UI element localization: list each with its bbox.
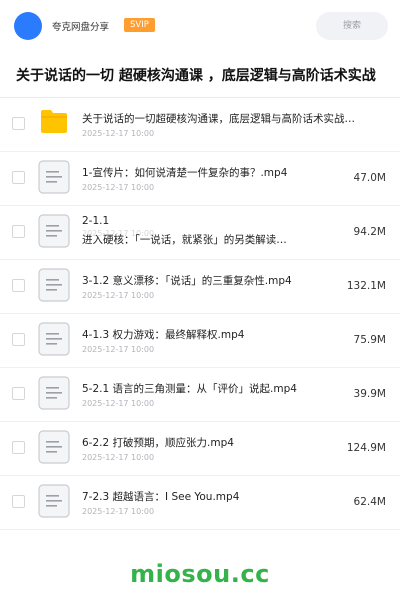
item-date: 2025-12-17 10:00 bbox=[82, 399, 155, 408]
select-checkbox[interactable] bbox=[12, 117, 25, 130]
item-name: 关于说话的一切超硬核沟通课，底层逻辑与高阶话术实战… bbox=[82, 113, 355, 125]
video-file-icon bbox=[38, 322, 70, 356]
select-checkbox[interactable] bbox=[12, 441, 25, 454]
item-size: 75.9M bbox=[353, 334, 386, 346]
uploader-name[interactable]: 夸克网盘分享 bbox=[52, 19, 109, 33]
select-checkbox[interactable] bbox=[12, 171, 25, 184]
list-item[interactable]: 6-2.2 打破预期，顺应张力.mp4 2025-12-17 10:00 124… bbox=[0, 422, 400, 476]
header: 夸克网盘分享 SVIP 搜索 bbox=[0, 0, 400, 52]
select-checkbox[interactable] bbox=[12, 387, 25, 400]
item-name: 6-2.2 打破预期，顺应张力.mp4 bbox=[82, 437, 234, 449]
item-name-continued: 进入硬核：「一说话，就紧张」的另类解读… bbox=[82, 234, 287, 246]
page-title: 关于说话的一切 超硬核沟通课 ，底层逻辑与高阶话术实战 bbox=[16, 68, 376, 84]
video-file-icon bbox=[38, 430, 70, 464]
list-item[interactable]: 关于说话的一切超硬核沟通课，底层逻辑与高阶话术实战… 2025-12-17 10… bbox=[0, 98, 400, 152]
watermark: miosou.cc bbox=[130, 560, 270, 588]
item-date: 2025-12-17 10:00 bbox=[82, 453, 155, 462]
list-item[interactable]: 5-2.1 语言的三角测量：从「评价」说起.mp4 2025-12-17 10:… bbox=[0, 368, 400, 422]
folder-icon bbox=[41, 110, 67, 133]
item-date: 2025-12-17 10:00 bbox=[82, 183, 155, 192]
select-checkbox[interactable] bbox=[12, 225, 25, 238]
video-file-icon bbox=[38, 160, 70, 194]
item-date: 2025-12-17 10:00 bbox=[82, 507, 155, 516]
item-name: 3-1.2 意义漂移：「说话」的三重复杂性.mp4 bbox=[82, 275, 292, 287]
video-file-icon bbox=[38, 214, 70, 248]
item-name: 2-1.1 bbox=[82, 215, 110, 227]
video-file-icon bbox=[38, 484, 70, 518]
item-size: 132.1M bbox=[346, 280, 386, 292]
list-item[interactable]: 3-1.2 意义漂移：「说话」的三重复杂性.mp4 2025-12-17 10:… bbox=[0, 260, 400, 314]
list-item[interactable]: 4-1.3 权力游戏：最终解释权.mp4 2025-12-17 10:00 75… bbox=[0, 314, 400, 368]
item-date: 2025-12-17 10:00 bbox=[82, 129, 155, 138]
list-item[interactable]: 2-1.1 2025-12-17 10:00 进入硬核：「一说话，就紧张」的另类… bbox=[0, 206, 400, 260]
video-file-icon bbox=[38, 376, 70, 410]
list-item[interactable]: 7-2.3 超越语言：I See You.mp4 2025-12-17 10:0… bbox=[0, 476, 400, 530]
list-item[interactable]: 1-宣传片：如何说清楚一件复杂的事？.mp4 2025-12-17 10:00 … bbox=[0, 152, 400, 206]
item-size: 94.2M bbox=[353, 226, 386, 238]
item-size: 39.9M bbox=[353, 388, 386, 400]
share-title-bar: 关于说话的一切 超硬核沟通课 ，底层逻辑与高阶话术实战 bbox=[0, 52, 400, 98]
select-checkbox[interactable] bbox=[12, 279, 25, 292]
video-file-icon bbox=[38, 268, 70, 302]
item-size: 62.4M bbox=[353, 496, 386, 508]
item-date: 2025-12-17 10:00 bbox=[82, 291, 155, 300]
item-name: 4-1.3 权力游戏：最终解释权.mp4 bbox=[82, 329, 245, 341]
select-checkbox[interactable] bbox=[12, 333, 25, 346]
select-checkbox[interactable] bbox=[12, 495, 25, 508]
search-input[interactable]: 搜索 bbox=[316, 12, 388, 40]
item-size: 124.9M bbox=[346, 442, 386, 454]
avatar[interactable] bbox=[14, 12, 42, 40]
svip-badge: SVIP bbox=[124, 18, 155, 32]
file-list: 关于说话的一切超硬核沟通课，底层逻辑与高阶话术实战… 2025-12-17 10… bbox=[0, 98, 400, 530]
item-name: 7-2.3 超越语言：I See You.mp4 bbox=[82, 491, 240, 503]
item-name: 5-2.1 语言的三角测量：从「评价」说起.mp4 bbox=[82, 383, 297, 395]
item-date: 2025-12-17 10:00 bbox=[82, 345, 155, 354]
item-name: 1-宣传片：如何说清楚一件复杂的事？.mp4 bbox=[82, 167, 288, 179]
item-size: 47.0M bbox=[353, 172, 386, 184]
